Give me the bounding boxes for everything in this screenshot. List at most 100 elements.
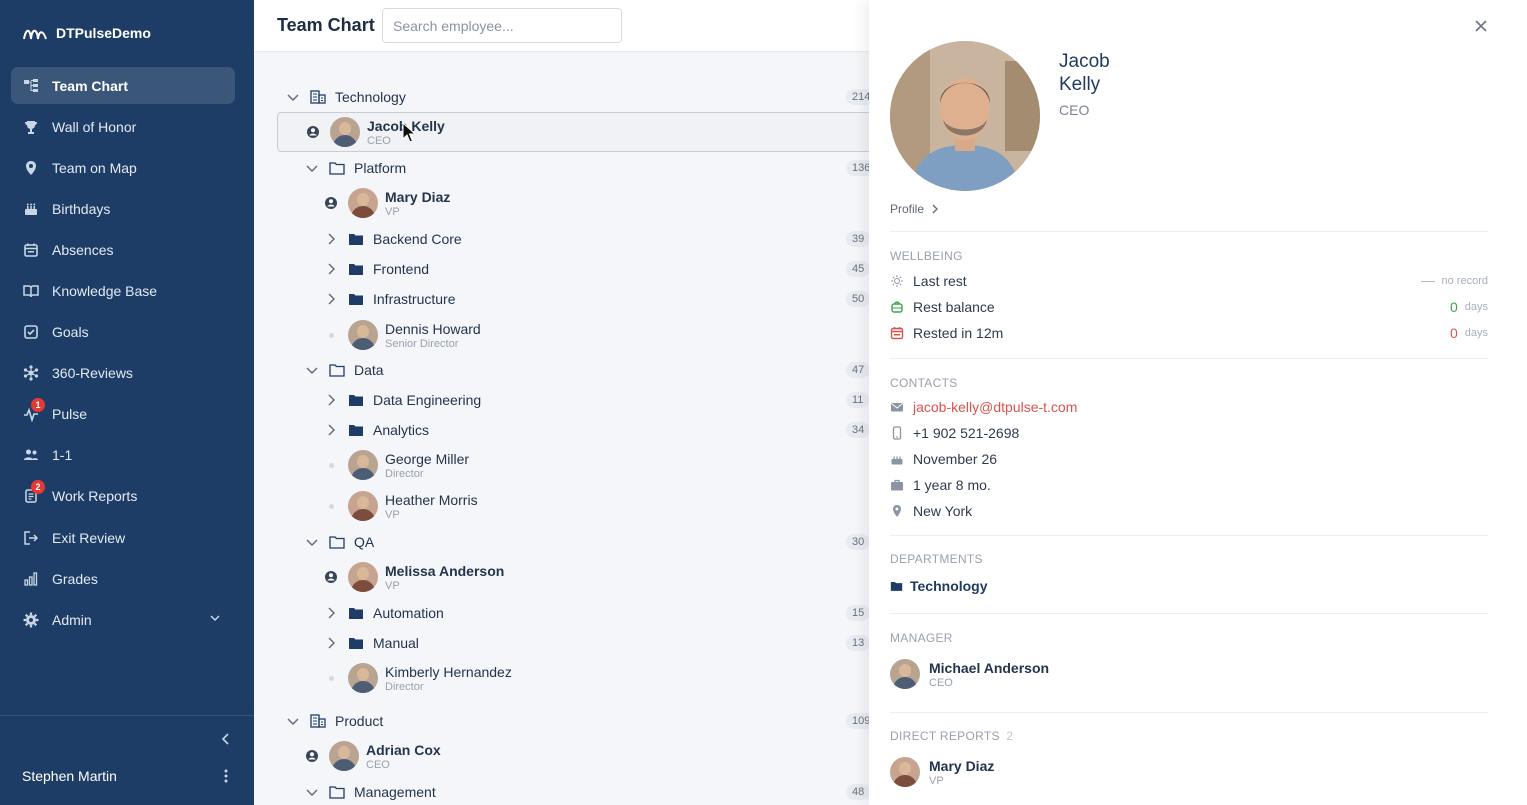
chevron-down-icon[interactable] xyxy=(305,363,319,377)
last-rest-value: no record xyxy=(1420,271,1488,291)
tree-employee-melissa-anderson[interactable]: Melissa Anderson VP xyxy=(254,557,504,597)
employee-role: Director xyxy=(385,467,424,480)
tree-employee-adrian-cox[interactable]: Adrian Cox CEO xyxy=(254,736,441,776)
direct-report-role: VP xyxy=(929,774,944,787)
briefcase-icon xyxy=(890,478,904,492)
tree-employee-george-miller[interactable]: George Miller Director xyxy=(254,445,469,485)
sidebar-item-absences[interactable]: Absences xyxy=(11,231,235,268)
collapse-sidebar-icon[interactable] xyxy=(218,731,234,747)
mail-icon xyxy=(890,400,904,414)
headcount-badge: 30 xyxy=(846,534,871,550)
tree-employee-heather-morris[interactable]: Heather Morris VP xyxy=(254,486,478,526)
direct-report-card[interactable]: Mary Diaz VP xyxy=(890,757,994,787)
bullet-dot xyxy=(329,675,334,681)
tree-dept-automation[interactable]: Automation 15 xyxy=(254,598,874,628)
sidebar-item-1-1[interactable]: 1-1 xyxy=(11,437,235,474)
sidebar-item-pulse[interactable]: 1 Pulse xyxy=(11,396,235,433)
chevron-right-icon[interactable] xyxy=(324,232,338,246)
tree-employee-mary-diaz[interactable]: Mary Diaz VP xyxy=(254,183,450,223)
tree-dept-manual[interactable]: Manual 13 xyxy=(254,628,874,658)
last-rest-label: Last rest xyxy=(913,273,967,289)
phone-number[interactable]: +1 902 521-2698 xyxy=(913,425,1019,441)
chevron-down-icon[interactable] xyxy=(286,90,300,104)
chevron-right-icon[interactable] xyxy=(324,292,338,306)
tree-dept-management[interactable]: Management 48 xyxy=(254,777,874,805)
sidebar-item-grades[interactable]: Grades xyxy=(11,560,235,597)
profile-title: CEO xyxy=(1059,102,1090,118)
location-row: New York xyxy=(890,501,1488,521)
department-chip-technology[interactable]: Technology xyxy=(890,578,988,594)
users-icon xyxy=(22,446,40,464)
logo-icon xyxy=(23,29,47,40)
tree-dept-data-engineering[interactable]: Data Engineering 11 xyxy=(254,385,874,415)
departments-title: DEPARTMENTS xyxy=(890,552,983,566)
headcount-badge: 13 xyxy=(846,635,871,651)
sidebar-item-360-reviews[interactable]: 360-Reviews xyxy=(11,355,235,392)
profile-link[interactable]: Profile xyxy=(890,202,940,216)
employee-info: Mary Diaz VP xyxy=(929,758,994,787)
manager-icon xyxy=(324,570,338,584)
tree-employee-kimberly-hernandez[interactable]: Kimberly Hernandez Director xyxy=(254,658,512,698)
sidebar-item-birthdays[interactable]: Birthdays xyxy=(11,190,235,227)
sidebar-item-team-chart[interactable]: Team Chart xyxy=(11,67,235,104)
avatar xyxy=(348,663,378,693)
tree-dept-analytics[interactable]: Analytics 34 xyxy=(254,415,874,445)
employee-info: Mary Diaz VP xyxy=(385,189,450,218)
chevron-down-icon[interactable] xyxy=(286,714,300,728)
chevron-right-icon xyxy=(932,204,938,214)
chevron-right-icon[interactable] xyxy=(324,393,338,407)
calendar-icon xyxy=(890,326,904,340)
tree-dept-backend-core[interactable]: Backend Core 39 xyxy=(254,224,874,254)
sidebar-item-wall-of-honor[interactable]: Wall of Honor xyxy=(11,108,235,145)
direct-reports-count: 2 xyxy=(1006,729,1014,743)
direct-reports-title: DIRECT REPORTS 2 xyxy=(890,729,1013,743)
sidebar-item-knowledge-base[interactable]: Knowledge Base xyxy=(11,272,235,309)
chevron-right-icon[interactable] xyxy=(324,636,338,650)
chevron-right-icon[interactable] xyxy=(324,262,338,276)
tree-employee-jacob-kelly[interactable]: Jacob Kelly CEO xyxy=(277,112,874,152)
manager-title: MANAGER xyxy=(890,631,953,645)
sidebar-item-label: 360-Reviews xyxy=(52,365,133,382)
sidebar-item-team-on-map[interactable]: Team on Map xyxy=(11,149,235,186)
chevron-right-icon[interactable] xyxy=(324,606,338,620)
building-icon xyxy=(310,90,326,104)
rested-label: Rested in 12m xyxy=(913,325,1004,341)
chevron-right-icon[interactable] xyxy=(324,423,338,437)
birthday-row: November 26 xyxy=(890,449,1488,469)
employee-name: Melissa Anderson xyxy=(385,562,505,579)
sidebar-item-label: Team Chart xyxy=(52,77,128,94)
manager-role: CEO xyxy=(929,676,953,689)
chevron-down-icon[interactable] xyxy=(305,535,319,549)
current-user-name[interactable]: Stephen Martin xyxy=(22,768,117,784)
phone-icon xyxy=(890,426,904,440)
sidebar-item-exit-review[interactable]: Exit Review xyxy=(11,519,235,556)
profile-name: Jacob Kelly xyxy=(1059,50,1179,96)
profile-link-label: Profile xyxy=(890,202,925,216)
folder-open-icon xyxy=(329,161,345,175)
tree-dept-infrastructure[interactable]: Infrastructure 50 xyxy=(254,284,874,314)
gear-icon xyxy=(22,611,40,629)
email-link[interactable]: jacob-kelly@dtpulse-t.com xyxy=(913,399,1077,415)
sidebar-item-goals[interactable]: Goals xyxy=(11,314,235,351)
close-icon[interactable] xyxy=(1472,17,1490,35)
search-input[interactable] xyxy=(382,8,622,43)
tree-dept-label: Analytics xyxy=(373,422,430,438)
tree-dept-data[interactable]: Data 47 xyxy=(254,355,874,385)
tree-employee-dennis-howard[interactable]: Dennis Howard Senior Director xyxy=(254,315,481,355)
chevron-down-icon[interactable] xyxy=(305,785,319,799)
tree-dept-qa[interactable]: QA 30 xyxy=(254,527,874,557)
tree-dept-technology[interactable]: Technology 214 xyxy=(254,82,874,112)
brand[interactable]: DTPulseDemo xyxy=(22,24,151,42)
divider xyxy=(890,231,1488,232)
tree-dept-frontend[interactable]: Frontend 45 xyxy=(254,254,874,284)
sidebar-item-admin[interactable]: Admin xyxy=(11,601,235,638)
profile-panel: Jacob Kelly CEO Profile WELLBEING Last r… xyxy=(869,0,1527,805)
manager-card[interactable]: Michael Anderson CEO xyxy=(890,659,1049,689)
tree-dept-platform[interactable]: Platform 136 xyxy=(254,153,874,183)
chevron-down-icon[interactable] xyxy=(305,161,319,175)
sidebar-item-work-reports[interactable]: 2 Work Reports xyxy=(11,478,235,515)
employee-info: Michael Anderson CEO xyxy=(929,660,1049,689)
tree-dept-product[interactable]: Product 109 xyxy=(254,706,874,736)
more-vertical-icon[interactable] xyxy=(218,767,234,785)
chevron-down-icon xyxy=(210,615,220,622)
